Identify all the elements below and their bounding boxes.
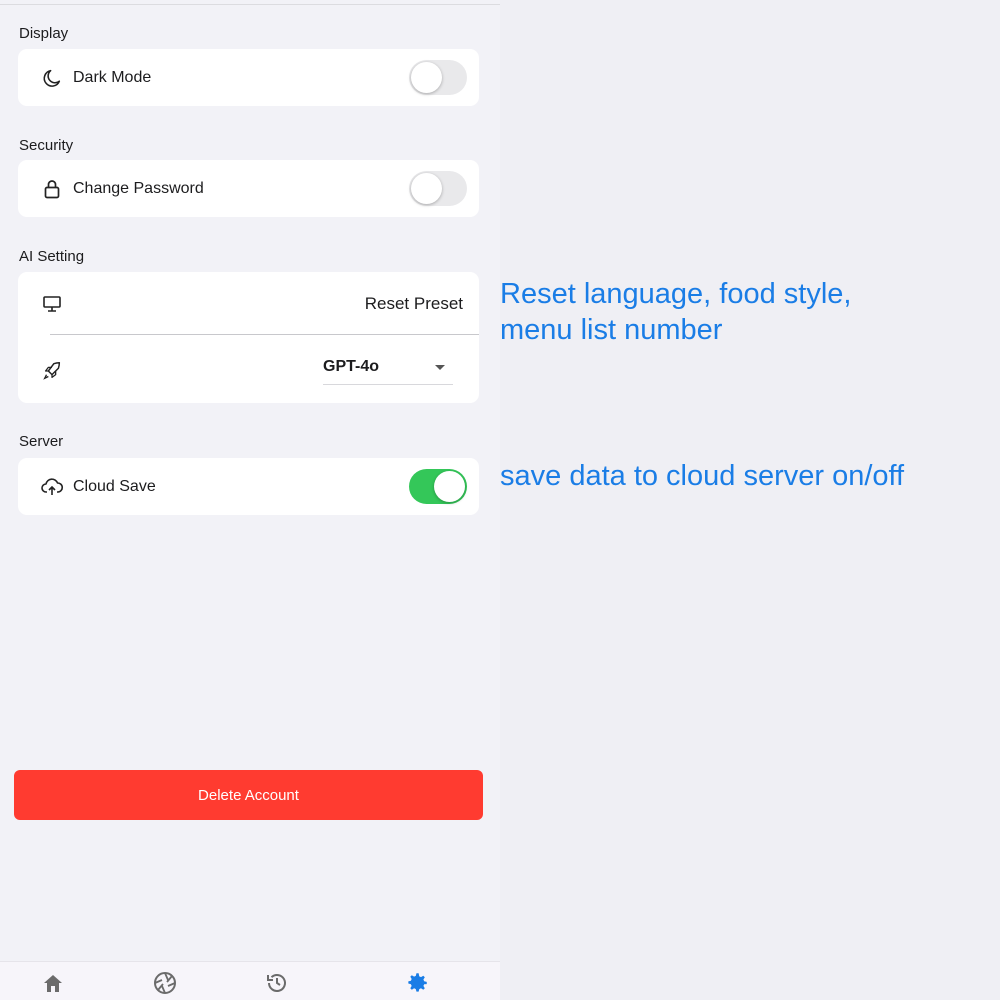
cloud-save-row[interactable]: Cloud Save [18,458,479,515]
dark-mode-toggle[interactable] [409,60,467,95]
security-card: Change Password [18,160,479,217]
tab-settings[interactable] [404,972,430,998]
row-divider [50,334,479,335]
server-card: Cloud Save [18,458,479,515]
dropdown-caret-icon [435,365,445,370]
server-annotation: save data to cloud server on/off [500,460,905,492]
camera-aperture-icon [153,971,177,1000]
history-icon [265,971,289,1000]
section-label-server: Server [19,433,64,450]
moon-icon [40,66,64,90]
tab-camera[interactable] [152,971,178,1000]
change-password-label: Change Password [73,179,204,197]
top-divider [0,4,500,5]
model-row: GPT-4o [18,342,479,399]
delete-account-button[interactable]: Delete Account [14,770,483,820]
cloud-save-label: Cloud Save [73,477,156,495]
dark-mode-row[interactable]: Dark Mode [18,49,479,106]
rocket-icon [40,359,64,383]
page: Display Dark Mode Security Change Passwo… [0,0,1000,1000]
change-password-row[interactable]: Change Password [18,160,479,217]
toggle-knob [411,62,442,93]
section-label-ai: AI Setting [19,248,85,265]
cloud-save-toggle[interactable] [409,469,467,504]
ai-card: Reset Preset GPT-4o [18,272,479,403]
reset-preset-button[interactable]: Reset Preset [365,294,463,314]
ai-setting-annotation: Reset language, food style, menu list nu… [500,278,852,346]
change-password-toggle[interactable] [409,171,467,206]
settings-screen: Display Dark Mode Security Change Passwo… [0,0,500,1000]
tab-home[interactable] [40,972,66,998]
cloud-upload-icon [40,475,64,499]
tab-history[interactable] [264,972,290,998]
tab-bar [0,961,500,1000]
section-label-display: Display [19,25,69,42]
dark-mode-label: Dark Mode [73,68,152,86]
monitor-icon [40,292,64,316]
toggle-knob [434,471,465,502]
gear-icon [404,970,430,1000]
section-label-security: Security [19,137,74,154]
model-select[interactable]: GPT-4o [323,354,453,385]
display-card: Dark Mode [18,49,479,106]
lock-icon [40,177,64,201]
model-select-value: GPT-4o [323,358,380,375]
toggle-knob [411,173,442,204]
reset-preset-row: Reset Preset [18,275,479,332]
home-icon [41,972,65,999]
